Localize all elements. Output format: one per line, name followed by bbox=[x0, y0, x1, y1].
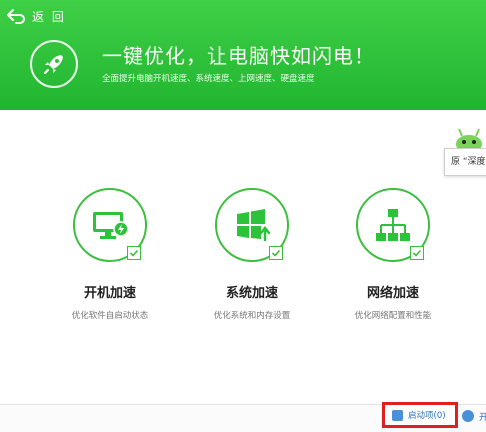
footer-second-button[interactable]: 开 bbox=[462, 407, 486, 425]
card-title: 网络加速 bbox=[366, 286, 419, 301]
checkmark-icon bbox=[129, 249, 139, 257]
card-icon-ring bbox=[352, 188, 434, 262]
card-icon-ring bbox=[69, 188, 151, 262]
header-banner: 返 回 一键优化，让电脑快如闪电！ 全面提升电脑开机速度、系统速度、上网速度、硬… bbox=[0, 0, 486, 110]
footer-second-label: 开 bbox=[479, 412, 486, 423]
card-title: 开机加速 bbox=[83, 286, 136, 301]
tooltip-popup: 原 “深度 bbox=[444, 148, 486, 176]
back-arrow-icon bbox=[7, 9, 25, 24]
card-title: 系统加速 bbox=[225, 286, 278, 301]
checkmark-icon bbox=[412, 249, 422, 257]
subline: 全面提升电脑开机速度、系统速度、上网速度、硬盘速度 bbox=[102, 74, 315, 84]
windows-logo-icon bbox=[237, 209, 271, 242]
rocket-logo bbox=[30, 40, 78, 88]
checkbox[interactable] bbox=[269, 246, 283, 260]
card-boot-speedup[interactable]: 开机加速 优化软件自启动状态 bbox=[40, 188, 180, 321]
startup-items-button[interactable]: 启动项(0) bbox=[382, 402, 458, 428]
rocket-icon bbox=[44, 55, 63, 74]
monitor-lightning-icon bbox=[93, 212, 129, 239]
checkbox[interactable] bbox=[410, 246, 424, 260]
checkmark-icon bbox=[271, 249, 281, 257]
network-hierarchy-icon bbox=[376, 209, 410, 241]
startup-label: 启动项(0) bbox=[408, 411, 446, 421]
card-network-speedup[interactable]: 网络加速 优化网络配置和性能 bbox=[323, 188, 463, 321]
back-button[interactable]: 返 回 bbox=[6, 6, 66, 26]
startup-icon bbox=[392, 409, 403, 421]
card-icon-ring bbox=[211, 188, 293, 262]
headline: 一键优化，让电脑快如闪电！ bbox=[102, 44, 375, 68]
card-description: 优化软件自启动状态 bbox=[71, 311, 149, 321]
checkbox[interactable] bbox=[127, 246, 141, 260]
clock-icon bbox=[462, 410, 474, 422]
card-system-speedup[interactable]: 系统加速 优化系统和内存设置 bbox=[182, 188, 322, 321]
back-label: 返 回 bbox=[32, 9, 66, 24]
card-description: 优化系统和内存设置 bbox=[213, 311, 291, 321]
card-description: 优化网络配置和性能 bbox=[354, 311, 432, 321]
